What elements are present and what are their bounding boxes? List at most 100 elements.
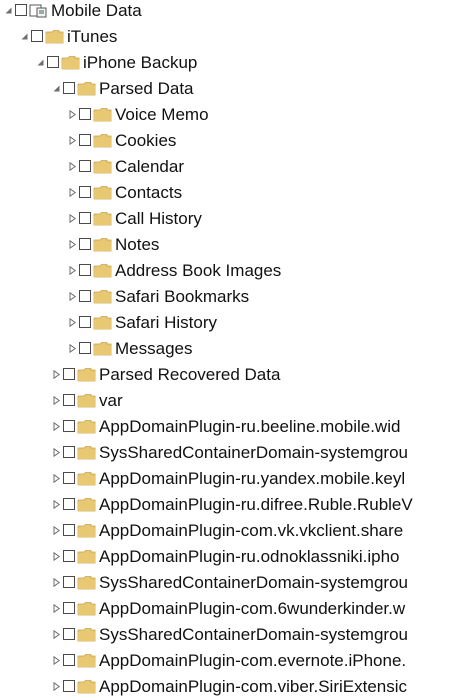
checkbox[interactable] xyxy=(63,628,75,640)
tree-row[interactable]: SysSharedContainerDomain-systemgrou xyxy=(0,622,457,648)
checkbox[interactable] xyxy=(79,290,91,302)
tree-node-label[interactable]: Contacts xyxy=(115,180,182,206)
checkbox[interactable] xyxy=(63,82,75,94)
tree-row[interactable]: Safari Bookmarks xyxy=(0,284,457,310)
checkbox[interactable] xyxy=(63,602,75,614)
tree-node-label[interactable]: Messages xyxy=(115,336,192,362)
expand-triangle-icon[interactable] xyxy=(68,188,77,197)
tree-row[interactable]: var xyxy=(0,388,457,414)
checkbox[interactable] xyxy=(63,446,75,458)
checkbox[interactable] xyxy=(63,524,75,536)
tree-node-label[interactable]: Safari History xyxy=(115,310,217,336)
expand-triangle-icon[interactable] xyxy=(52,500,61,509)
tree-row[interactable]: SysSharedContainerDomain-systemgrou xyxy=(0,570,457,596)
checkbox[interactable] xyxy=(79,316,91,328)
expand-triangle-icon[interactable] xyxy=(52,604,61,613)
expand-triangle-icon[interactable] xyxy=(52,370,61,379)
checkbox[interactable] xyxy=(79,160,91,172)
expand-triangle-icon[interactable] xyxy=(68,318,77,327)
tree-node-label[interactable]: Call History xyxy=(115,206,202,232)
tree-row[interactable]: Address Book Images xyxy=(0,258,457,284)
tree-node-label[interactable]: Mobile Data xyxy=(51,0,142,24)
checkbox[interactable] xyxy=(63,368,75,380)
tree-row[interactable]: Safari History xyxy=(0,310,457,336)
tree-node-label[interactable]: Voice Memo xyxy=(115,102,209,128)
checkbox[interactable] xyxy=(15,4,27,16)
checkbox[interactable] xyxy=(31,30,43,42)
expand-triangle-icon[interactable] xyxy=(52,552,61,561)
tree-row[interactable]: Mobile Data xyxy=(0,0,457,24)
checkbox[interactable] xyxy=(63,498,75,510)
expand-triangle-icon[interactable] xyxy=(68,344,77,353)
tree-row[interactable]: Call History xyxy=(0,206,457,232)
tree-row[interactable]: AppDomainPlugin-ru.beeline.mobile.wid xyxy=(0,414,457,440)
checkbox[interactable] xyxy=(79,264,91,276)
tree-node-label[interactable]: SysSharedContainerDomain-systemgrou xyxy=(99,622,408,648)
tree-row[interactable]: Voice Memo xyxy=(0,102,457,128)
tree-row[interactable]: AppDomainPlugin-ru.odnoklassniki.ipho xyxy=(0,544,457,570)
tree-row[interactable]: AppDomainPlugin-com.vk.vkclient.share xyxy=(0,518,457,544)
tree-node-label[interactable]: AppDomainPlugin-ru.beeline.mobile.wid xyxy=(99,414,400,440)
tree-node-label[interactable]: Notes xyxy=(115,232,159,258)
tree-node-label[interactable]: AppDomainPlugin-ru.difree.Ruble.RubleV xyxy=(99,492,413,518)
checkbox[interactable] xyxy=(79,238,91,250)
tree-node-label[interactable]: Parsed Recovered Data xyxy=(99,362,280,388)
collapse-triangle-icon[interactable] xyxy=(4,6,13,15)
checkbox[interactable] xyxy=(63,420,75,432)
expand-triangle-icon[interactable] xyxy=(68,292,77,301)
checkbox[interactable] xyxy=(79,342,91,354)
checkbox[interactable] xyxy=(79,212,91,224)
expand-triangle-icon[interactable] xyxy=(52,526,61,535)
expand-triangle-icon[interactable] xyxy=(52,578,61,587)
tree-node-label[interactable]: Safari Bookmarks xyxy=(115,284,249,310)
tree-node-label[interactable]: Calendar xyxy=(115,154,184,180)
checkbox[interactable] xyxy=(63,576,75,588)
tree-node-label[interactable]: AppDomainPlugin-com.evernote.iPhone. xyxy=(99,648,406,674)
tree-row[interactable]: iTunes xyxy=(0,24,457,50)
tree-row[interactable]: AppDomainPlugin-com.viber.SiriExtensic xyxy=(0,674,457,700)
tree-row[interactable]: AppDomainPlugin-com.evernote.iPhone. xyxy=(0,648,457,674)
checkbox[interactable] xyxy=(63,550,75,562)
tree-row[interactable]: AppDomainPlugin-com.6wunderkinder.w xyxy=(0,596,457,622)
collapse-triangle-icon[interactable] xyxy=(36,58,45,67)
tree-node-label[interactable]: iTunes xyxy=(67,24,117,50)
expand-triangle-icon[interactable] xyxy=(52,682,61,691)
tree-node-label[interactable]: var xyxy=(99,388,123,414)
tree-row[interactable]: Notes xyxy=(0,232,457,258)
tree-row[interactable]: Calendar xyxy=(0,154,457,180)
tree-row[interactable]: Cookies xyxy=(0,128,457,154)
collapse-triangle-icon[interactable] xyxy=(20,32,29,41)
tree-node-label[interactable]: Address Book Images xyxy=(115,258,281,284)
checkbox[interactable] xyxy=(63,394,75,406)
expand-triangle-icon[interactable] xyxy=(68,214,77,223)
checkbox[interactable] xyxy=(79,134,91,146)
expand-triangle-icon[interactable] xyxy=(52,474,61,483)
tree-row[interactable]: Messages xyxy=(0,336,457,362)
expand-triangle-icon[interactable] xyxy=(68,162,77,171)
tree-node-label[interactable]: Parsed Data xyxy=(99,76,194,102)
checkbox[interactable] xyxy=(79,108,91,120)
tree-node-label[interactable]: AppDomainPlugin-ru.yandex.mobile.keyl xyxy=(99,466,405,492)
expand-triangle-icon[interactable] xyxy=(52,422,61,431)
checkbox[interactable] xyxy=(63,680,75,692)
collapse-triangle-icon[interactable] xyxy=(52,84,61,93)
expand-triangle-icon[interactable] xyxy=(68,110,77,119)
tree-node-label[interactable]: SysSharedContainerDomain-systemgrou xyxy=(99,440,408,466)
tree-row[interactable]: iPhone Backup xyxy=(0,50,457,76)
tree-node-label[interactable]: AppDomainPlugin-com.viber.SiriExtensic xyxy=(99,674,407,700)
expand-triangle-icon[interactable] xyxy=(52,448,61,457)
tree-node-label[interactable]: SysSharedContainerDomain-systemgrou xyxy=(99,570,408,596)
tree-node-label[interactable]: AppDomainPlugin-com.vk.vkclient.share xyxy=(99,518,403,544)
expand-triangle-icon[interactable] xyxy=(68,136,77,145)
tree-row[interactable]: SysSharedContainerDomain-systemgrou xyxy=(0,440,457,466)
expand-triangle-icon[interactable] xyxy=(68,240,77,249)
tree-node-label[interactable]: Cookies xyxy=(115,128,176,154)
checkbox[interactable] xyxy=(63,654,75,666)
tree-row[interactable]: Parsed Recovered Data xyxy=(0,362,457,388)
tree-row[interactable]: AppDomainPlugin-ru.yandex.mobile.keyl xyxy=(0,466,457,492)
expand-triangle-icon[interactable] xyxy=(52,656,61,665)
tree-node-label[interactable]: AppDomainPlugin-ru.odnoklassniki.ipho xyxy=(99,544,400,570)
tree-node-label[interactable]: iPhone Backup xyxy=(83,50,197,76)
checkbox[interactable] xyxy=(63,472,75,484)
checkbox[interactable] xyxy=(79,186,91,198)
